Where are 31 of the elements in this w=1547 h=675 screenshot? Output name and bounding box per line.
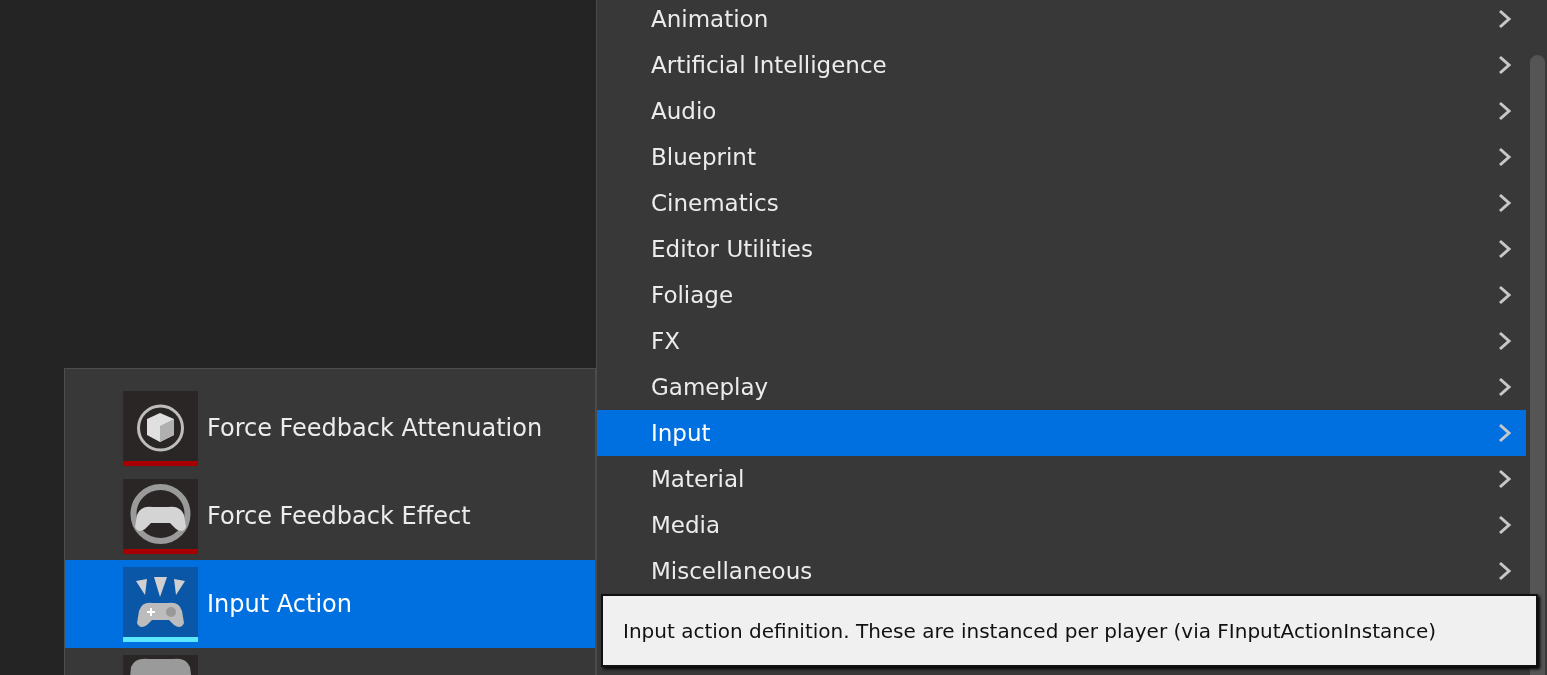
menu-item[interactable]: Cinematics [597, 180, 1526, 226]
menu-item[interactable]: Gameplay [597, 364, 1526, 410]
menu-item[interactable]: Animation [597, 0, 1526, 42]
menu-item[interactable]: Blueprint [597, 134, 1526, 180]
chevron-icon [1498, 469, 1512, 489]
menu-item[interactable]: Force Feedback Effect [65, 472, 595, 560]
chevron-icon [1498, 285, 1512, 305]
chevron-icon [1498, 147, 1512, 167]
chevron-icon [1498, 561, 1512, 581]
menu-item[interactable]: Material [597, 456, 1526, 502]
menu-item[interactable]: Editor Utilities [597, 226, 1526, 272]
tooltip-text: Input action definition. These are instanced per player (via FInputActionInstance) [623, 618, 1437, 643]
menu-item[interactable]: Input [597, 410, 1526, 456]
chevron-icon [1498, 55, 1512, 75]
menu-item[interactable]: Audio [597, 88, 1526, 134]
menu-item[interactable]: Artificial Intelligence [597, 42, 1526, 88]
menu-item[interactable]: FX [597, 318, 1526, 364]
menu-item[interactable]: Force Feedback Attenuation [65, 384, 595, 472]
menu-item[interactable]: Miscellaneous [597, 548, 1526, 594]
scrollbar[interactable] [1530, 55, 1545, 675]
chevron-icon [1498, 193, 1512, 213]
chevron-icon [1498, 9, 1512, 29]
chevron-icon [1498, 101, 1512, 121]
chevron-icon [1498, 515, 1512, 535]
chevron-icon [1498, 377, 1512, 397]
menu-item[interactable]: Media [597, 502, 1526, 548]
menu-item[interactable]: Input Action [65, 560, 595, 648]
chevron-icon [1498, 423, 1512, 443]
chevron-icon [1498, 331, 1512, 351]
menu-item[interactable]: Foliage [597, 272, 1526, 318]
chevron-icon [1498, 239, 1512, 259]
